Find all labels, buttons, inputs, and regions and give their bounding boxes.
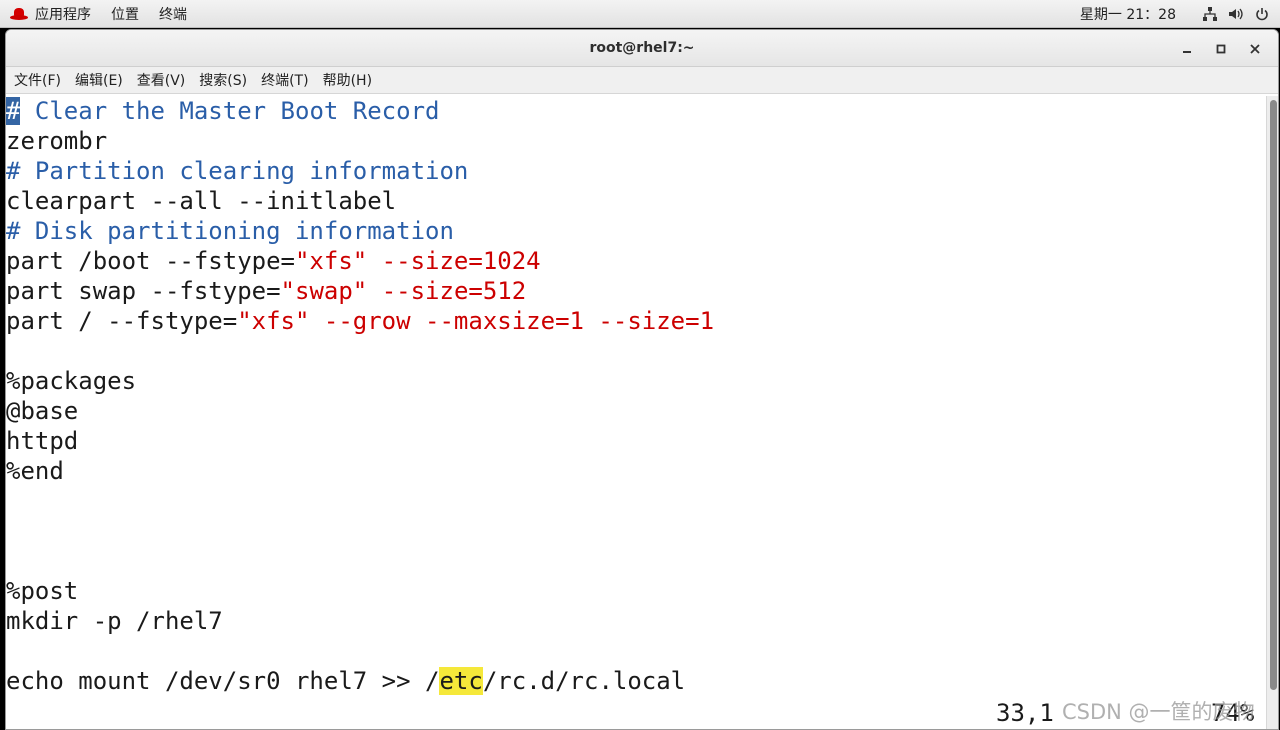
editor-line: part /boot --fstype="xfs" --size=1024 [6, 246, 541, 276]
clock[interactable]: 星期一 21：28 [1080, 4, 1176, 24]
editor-line: @base [6, 397, 79, 425]
window-title: root@rhel7:~ [589, 40, 695, 56]
editor-line: mkdir -p /rhel7 [6, 607, 223, 635]
code-text: part /boot --fstype= [6, 247, 295, 275]
code-text: part swap --fstype= [6, 277, 281, 305]
editor-line: zerombr [6, 127, 108, 155]
scrollbar-thumb[interactable] [1270, 100, 1277, 690]
watermark: CSDN @一筐的废物 [1062, 700, 1255, 724]
menu-edit[interactable]: 编辑(E) [69, 70, 131, 90]
editor-line: # Disk partitioning information [6, 217, 454, 245]
editor-line: httpd [6, 427, 79, 455]
close-button[interactable] [1238, 35, 1272, 63]
volume-icon[interactable] [1228, 6, 1244, 22]
comment-text: Clear the Master Boot Record [20, 97, 440, 125]
terminal-window: root@rhel7:~ 文件(F) 编辑(E) 查看(V) 搜索(S) 终端(… [5, 29, 1279, 730]
terminal-content[interactable]: # Clear the Master Boot Record zerombr #… [6, 96, 1266, 729]
code-text: echo mount /dev/sr0 rhel7 >> / [6, 667, 440, 695]
editor-line: %post [6, 577, 79, 605]
string-text: "xfs" --grow --maxsize=1 --size=1 [237, 307, 715, 335]
string-text: "swap" --size=512 [280, 277, 527, 305]
applications-menu[interactable]: 应用程序 [0, 0, 101, 27]
code-text: part / --fstype= [6, 307, 238, 335]
vertical-scrollbar[interactable] [1266, 96, 1278, 729]
editor-line: part swap --fstype="swap" --size=512 [6, 276, 526, 306]
editor-line: # Clear the Master Boot Record [6, 96, 439, 126]
code-text: /rc.d/rc.local [482, 667, 686, 695]
terminal-app-menu[interactable]: 终端 [149, 0, 197, 27]
editor-line: %end [6, 457, 64, 485]
places-menu[interactable]: 位置 [101, 0, 149, 27]
editor-line: # Partition clearing information [6, 157, 469, 185]
cursor-position: 33,1 [996, 699, 1054, 727]
text-cursor: # [6, 97, 21, 125]
window-titlebar[interactable]: root@rhel7:~ [6, 30, 1278, 67]
top-panel: 应用程序 位置 终端 星期一 21：28 [0, 0, 1280, 28]
network-icon[interactable] [1202, 6, 1218, 22]
minimize-button[interactable] [1170, 35, 1204, 63]
menu-file[interactable]: 文件(F) [8, 70, 69, 90]
editor-line: echo mount /dev/sr0 rhel7 >> /etc/rc.d/r… [6, 666, 685, 696]
maximize-button[interactable] [1204, 35, 1238, 63]
applications-label: 应用程序 [35, 6, 91, 23]
string-text: "xfs" --size=1024 [294, 247, 541, 275]
search-highlight: etc [439, 667, 483, 695]
menu-terminal[interactable]: 终端(T) [255, 70, 316, 90]
menu-search[interactable]: 搜索(S) [193, 70, 255, 90]
power-icon[interactable] [1254, 6, 1270, 22]
menu-help[interactable]: 帮助(H) [317, 70, 380, 90]
menu-bar: 文件(F) 编辑(E) 查看(V) 搜索(S) 终端(T) 帮助(H) [6, 67, 1278, 94]
redhat-logo-icon [10, 7, 28, 20]
editor-line: %packages [6, 367, 137, 395]
menu-view[interactable]: 查看(V) [131, 70, 194, 90]
editor-line: part / --fstype="xfs" --grow --maxsize=1… [6, 306, 714, 336]
editor-line: clearpart --all --initlabel [6, 187, 397, 215]
